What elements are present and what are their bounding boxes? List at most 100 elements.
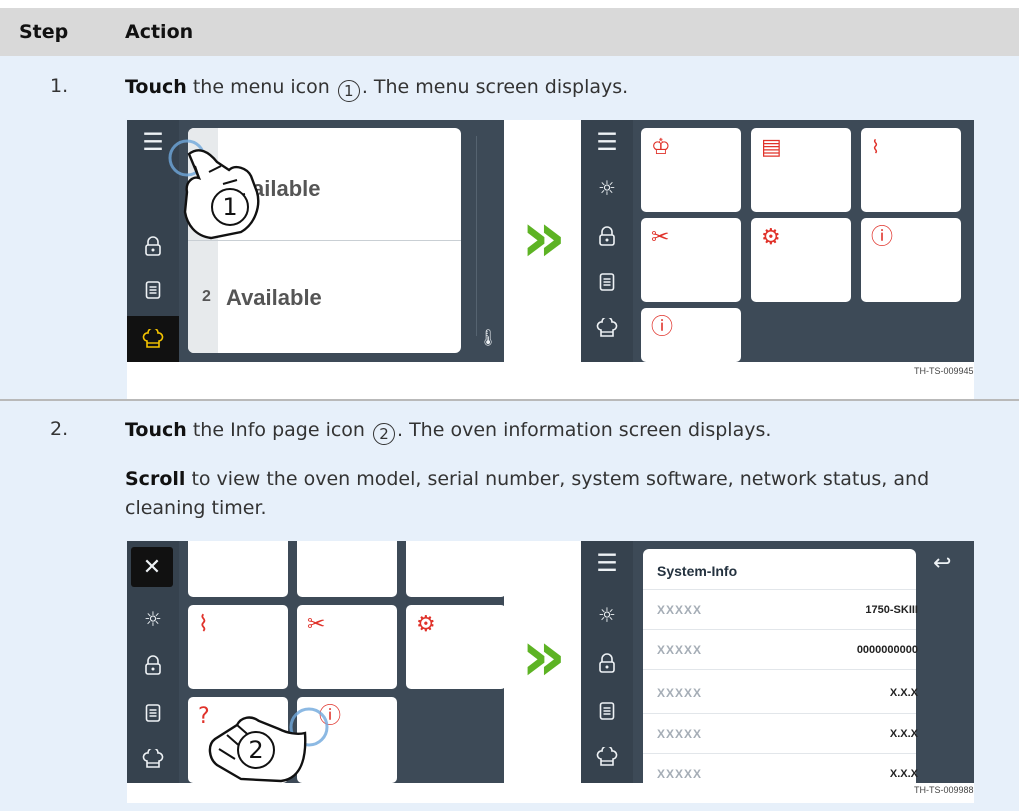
oven-screen-before: ☰ ailable 2 Available 🌡 1 [127,120,504,362]
chef-hat-icon [141,327,165,351]
menu-screen-scrolled: ✕ ☼ ⌇ ✂ ⚙ ? ⓘ 2 [127,541,504,783]
step-number: 2. [50,418,69,440]
hamburger-icon[interactable]: ☰ [595,549,619,577]
tools-icon: ✂ [307,612,326,637]
info-value: 1750-SKIII [865,604,918,616]
step-instruction: Touch the Info page icon 2. The oven inf… [125,416,985,445]
step-verb: Scroll [125,468,186,490]
menu-tile-help[interactable]: ⓘ [861,218,961,302]
active-nav-item[interactable] [127,316,179,362]
menu-screen: ☰ ☼ ♔ ▤ ⌇ ✂ ⚙ ⓘ ⓘ [581,120,974,362]
menu-tile-charts[interactable]: ⌇ [188,605,288,689]
back-arrow-icon[interactable]: ↩ [933,551,951,576]
document-icon[interactable] [595,699,619,723]
lock-icon[interactable] [141,653,165,677]
menu-tile-charts[interactable]: ⌇ [861,128,961,212]
sun-icon[interactable]: ☼ [595,176,619,200]
callout-marker: 1 [337,80,360,102]
step-number: 1. [50,75,69,97]
lock-icon[interactable] [595,224,619,248]
help-icon: ⓘ [871,225,894,250]
sun-icon[interactable]: ☼ [595,603,619,627]
info-key: XXXXX [657,727,703,741]
touch-hand-illustration [168,139,260,240]
step-instruction-scroll: Scroll to view the oven model, serial nu… [125,465,985,523]
lock-icon[interactable] [141,234,165,258]
table-header: Step Action [0,8,1019,56]
chef-hat-icon[interactable] [595,745,619,769]
instruction-text: the Info page icon [186,419,371,441]
close-icon: ✕ [142,554,162,580]
info-key: XXXXX [657,686,703,700]
callout-marker: 2 [373,423,395,445]
row-divider [643,629,916,630]
menu-tile-tools[interactable]: ✂ [641,218,741,302]
lock-icon[interactable] [595,651,619,675]
info-key: XXXXX [657,643,703,657]
menu-tile-info[interactable]: ⓘ [641,308,741,362]
info-value: X.X.X [889,768,918,780]
instruction-text: the menu icon [186,76,336,98]
figure-id: TH-TS-009945 [914,366,974,376]
menu-tile-settings[interactable]: ⚙ [751,218,851,302]
row-divider [643,589,916,590]
transition-arrow: » [521,615,567,697]
info-key: XXXXX [657,603,703,617]
step-instruction: Touch the menu icon 1. The menu screen d… [125,73,985,102]
row-divider [643,669,916,670]
callout-marker: 1 [211,188,249,226]
step-verb: Touch [125,76,187,98]
row-divider [643,713,916,714]
figure: ☰ ailable 2 Available 🌡 1 » ☰ ☼ ♔ ▤ ⌇ ✂ … [127,120,974,434]
document-icon: ▤ [761,135,782,160]
chef-hat-icon[interactable] [141,747,165,771]
figure: ✕ ☼ ⌇ ✂ ⚙ ? ⓘ 2 » ☰ ☼ System-Info XXXXX … [127,541,974,803]
figure-id: TH-TS-009988 [914,785,974,795]
chart-icon: ⌇ [198,612,209,637]
menu-tile-documents[interactable]: ▤ [751,128,851,212]
step-column-header: Step [19,21,69,43]
document-icon[interactable] [595,270,619,294]
info-icon: ⓘ [651,315,674,340]
slot-2-label[interactable]: Available [226,285,322,311]
sidebar: ☰ ☼ [581,541,633,783]
hamburger-icon[interactable]: ☰ [141,128,165,156]
instruction-text: . The menu screen displays. [361,76,629,98]
menu-tile-recipes[interactable] [188,541,288,597]
sidebar: ✕ ☼ [127,541,179,783]
step-row-1: 1. Touch the menu icon 1. The menu scree… [0,56,1019,434]
menu-tile-tools[interactable]: ✂ [297,605,397,689]
hamburger-icon[interactable]: ☰ [595,128,619,156]
step-verb: Touch [125,419,187,441]
panel-title: System-Info [657,563,738,579]
chef-hat-icon: ♔ [651,135,671,160]
transition-arrow: » [521,196,567,278]
chef-hat-icon[interactable] [595,316,619,340]
menu-tile-charts[interactable] [406,541,504,597]
scroll-track [476,136,477,336]
info-value: X.X.X [889,687,918,699]
system-info-panel [643,549,916,783]
chart-icon: ⌇ [871,137,880,158]
info-key: XXXXX [657,767,703,781]
sun-icon[interactable]: ☼ [141,607,165,631]
tools-icon: ✂ [651,225,670,250]
info-value: X.X.X [889,728,918,740]
document-icon[interactable] [141,701,165,725]
slot-2-number: 2 [202,288,211,305]
sidebar: ☰ ☼ [581,120,633,362]
callout-marker: 2 [237,731,275,769]
action-column-header: Action [125,21,194,43]
menu-tile-recipes[interactable]: ♔ [641,128,741,212]
gear-icon: ⚙ [416,612,436,637]
info-value: 0000000000 [856,644,918,656]
document-icon[interactable] [141,278,165,302]
thermometer-icon[interactable]: 🌡 [478,328,498,347]
close-button[interactable]: ✕ [131,547,173,587]
menu-tile-documents[interactable] [297,541,397,597]
row-divider [643,753,916,754]
instruction-text: to view the oven model, serial number, s… [125,468,930,519]
step-row-2: 2. Touch the Info page icon 2. The oven … [0,401,1019,811]
gear-icon: ⚙ [761,225,781,250]
menu-tile-settings[interactable]: ⚙ [406,605,504,689]
